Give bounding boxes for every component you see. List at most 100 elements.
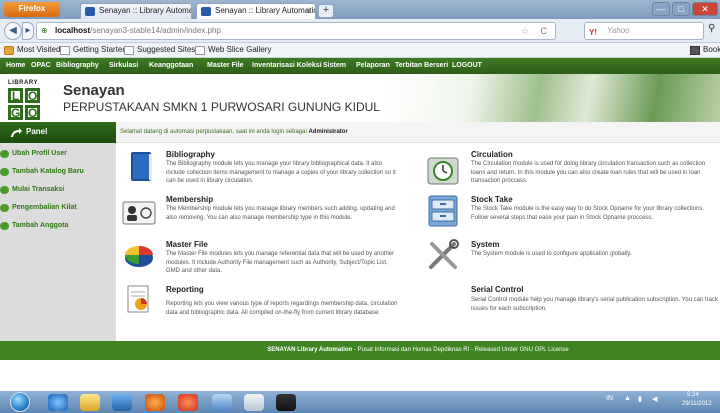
menu-terbitan-berseri[interactable]: Terbitan Berseri bbox=[395, 58, 448, 74]
menu-keanggotaan[interactable]: Keanggotaan bbox=[149, 58, 193, 74]
start-button-icon[interactable] bbox=[10, 392, 30, 412]
chrome-icon[interactable] bbox=[178, 394, 198, 411]
tools-icon[interactable] bbox=[426, 238, 460, 272]
book-icon[interactable] bbox=[124, 150, 158, 184]
bookmark-icon bbox=[60, 46, 70, 55]
close-window-button[interactable]: ✕ bbox=[692, 2, 718, 16]
tab-close-icon[interactable]: × bbox=[306, 4, 311, 18]
module-title-bibliography[interactable]: Bibliography bbox=[166, 150, 215, 159]
folder-icon[interactable] bbox=[80, 394, 100, 411]
app-header: LIBRARY L O G O Senayan PERPUSTAKAAN SMK… bbox=[0, 74, 720, 122]
search-engine-icon[interactable]: Y! bbox=[589, 25, 597, 41]
tab-favicon bbox=[201, 7, 211, 16]
sidebar-item-tambah-katalog[interactable]: Tambah Katalog Baru bbox=[0, 165, 116, 179]
app-name: Senayan bbox=[63, 82, 125, 99]
module-desc-master-file: The Master File modules lets you manage … bbox=[166, 251, 395, 274]
app-footer: SENAYAN Library Automation - Pusat Infor… bbox=[116, 341, 720, 360]
panel-title: Panel bbox=[26, 127, 48, 136]
module-desc-membership: The Membership module lets you manage li… bbox=[166, 206, 395, 221]
module-title-reporting[interactable]: Reporting bbox=[166, 285, 204, 294]
paint-icon[interactable] bbox=[244, 394, 264, 411]
bookmark-icon bbox=[4, 46, 14, 55]
maximize-button[interactable]: □ bbox=[672, 2, 690, 16]
sidebar: Ubah Profil User Tambah Katalog Baru Mul… bbox=[0, 143, 116, 341]
clock-time[interactable]: 5:24 bbox=[687, 392, 699, 398]
menu-opac[interactable]: OPAC bbox=[31, 58, 51, 74]
sidebar-item-ubah-profil[interactable]: Ubah Profil User bbox=[0, 147, 116, 161]
menu-logout[interactable]: LOGOUT bbox=[452, 58, 482, 74]
bookmark-suggested-sites[interactable]: Suggested Sites bbox=[124, 43, 195, 57]
bookmark-most-visited[interactable]: Most Visited bbox=[4, 43, 60, 57]
user-role: Administrator bbox=[308, 129, 348, 135]
menu-pelaporan[interactable]: Pelaporan bbox=[356, 58, 390, 74]
back-arrow-icon[interactable]: ◀ bbox=[4, 22, 22, 40]
search-input[interactable]: Y! Yahoo bbox=[584, 22, 704, 40]
transaction-icon bbox=[0, 186, 9, 194]
reload-icon[interactable]: C bbox=[541, 23, 548, 39]
tray-arrow-icon[interactable]: ▲ bbox=[624, 395, 631, 402]
menu-bibliography[interactable]: Bibliography bbox=[56, 58, 99, 74]
menu-sistem[interactable]: Sistem bbox=[323, 58, 346, 74]
add-catalog-icon bbox=[0, 168, 9, 176]
tab-title: Senayan :: Library Automation System bbox=[215, 6, 315, 15]
language-indicator[interactable]: IN bbox=[606, 395, 613, 402]
browser-tab-2[interactable]: Senayan :: Library Automation System × bbox=[196, 3, 316, 19]
firefox-icon[interactable] bbox=[145, 394, 165, 411]
firefox-menu-button[interactable]: Firefox bbox=[4, 2, 60, 17]
forward-arrow-icon[interactable]: ▸ bbox=[22, 22, 34, 40]
cmd-icon[interactable] bbox=[276, 394, 296, 411]
footer-left bbox=[0, 341, 116, 360]
footer-text: - Pusat Informasi dan Humas Depdiknas RI… bbox=[352, 347, 569, 353]
member-card-icon[interactable] bbox=[122, 196, 156, 230]
module-title-serial-control[interactable]: Serial Control bbox=[471, 285, 523, 294]
menu-master-file[interactable]: Master File bbox=[207, 58, 244, 74]
logo-letter: G bbox=[8, 105, 23, 120]
tab-title: Senayan :: Library Automation System bbox=[99, 6, 191, 15]
bookmark-star-icon[interactable]: ☆ bbox=[521, 23, 529, 39]
bookmarks-menu-icon bbox=[690, 46, 700, 55]
ie-icon[interactable] bbox=[48, 394, 68, 411]
clock-date[interactable]: 29/11/2012 bbox=[682, 401, 712, 407]
bookmark-web-slice-gallery[interactable]: Web Slice Gallery bbox=[195, 43, 271, 57]
media-player-icon[interactable] bbox=[112, 394, 132, 411]
bookmark-icon bbox=[124, 46, 134, 55]
library-name: PERPUSTAKAAN SMKN 1 PURWOSARI GUNUNG KID… bbox=[63, 100, 380, 114]
module-title-system[interactable]: System bbox=[471, 240, 499, 249]
bookmarks-menu[interactable]: Bookm bbox=[690, 43, 720, 57]
url-path: /senayan3-stable14/admin/index.php bbox=[90, 26, 221, 35]
module-title-circulation[interactable]: Circulation bbox=[471, 150, 513, 159]
sidebar-item-pengembalian-kilat[interactable]: Pengembalian Kilat bbox=[0, 201, 116, 215]
word-icon[interactable] bbox=[212, 394, 232, 411]
app-main-menu: Home OPAC Bibliography Sirkulasi Keanggo… bbox=[0, 58, 720, 74]
url-host: localhost bbox=[55, 26, 91, 35]
module-title-membership[interactable]: Membership bbox=[166, 195, 213, 204]
windows-taskbar: IN ▲ ▮ ◀ 5:24 29/11/2012 bbox=[0, 391, 720, 413]
report-icon[interactable] bbox=[122, 283, 156, 317]
bookmark-getting-started[interactable]: Getting Started bbox=[60, 43, 127, 57]
network-icon[interactable]: ▮ bbox=[638, 395, 642, 403]
volume-icon[interactable]: ◀ bbox=[652, 395, 657, 403]
site-identity-icon[interactable]: ⊕ bbox=[41, 23, 48, 39]
new-tab-button[interactable]: + bbox=[318, 4, 334, 18]
logo-letter: O bbox=[25, 105, 40, 120]
bookmark-icon bbox=[195, 46, 205, 55]
cabinet-icon[interactable] bbox=[426, 194, 460, 228]
panel-header: Panel bbox=[0, 122, 116, 143]
url-bar[interactable]: ⊕ localhost/senayan3-stable14/admin/inde… bbox=[36, 22, 556, 40]
menu-sirkulasi[interactable]: Sirkulasi bbox=[109, 58, 138, 74]
pie-chart-icon[interactable] bbox=[122, 238, 156, 272]
module-title-master-file[interactable]: Master File bbox=[166, 240, 208, 249]
module-title-stock-take[interactable]: Stock Take bbox=[471, 195, 513, 204]
minimize-button[interactable]: — bbox=[652, 2, 670, 16]
browser-tab-1[interactable]: Senayan :: Library Automation System bbox=[80, 3, 192, 19]
sidebar-item-mulai-transaksi[interactable]: Mulai Transaksi bbox=[0, 183, 116, 197]
menu-inventarisasi-koleksi[interactable]: Inventarisasi Koleksi bbox=[252, 58, 322, 74]
search-icon[interactable]: ⚲ bbox=[708, 23, 715, 34]
add-member-icon bbox=[0, 222, 9, 230]
footer-brand: SENAYAN Library Automation bbox=[267, 347, 353, 353]
logo-letter: L bbox=[8, 88, 23, 103]
return-icon bbox=[0, 204, 9, 212]
sidebar-item-tambah-anggota[interactable]: Tambah Anggota bbox=[0, 219, 116, 233]
menu-home[interactable]: Home bbox=[6, 58, 25, 74]
clock-icon[interactable] bbox=[426, 152, 460, 186]
